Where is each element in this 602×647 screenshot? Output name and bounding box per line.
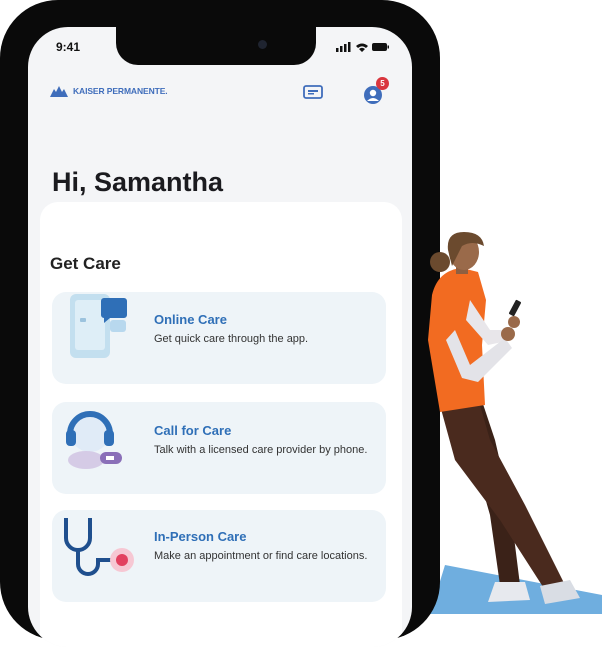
person-illustration: [428, 232, 580, 604]
